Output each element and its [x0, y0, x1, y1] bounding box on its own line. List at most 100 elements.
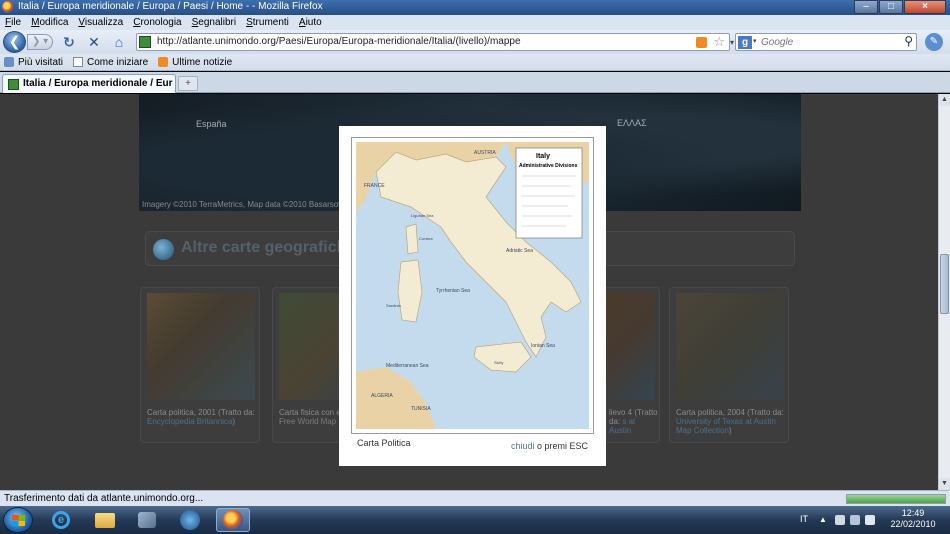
url-dropdown-icon[interactable]: ▾ — [730, 38, 734, 47]
taskbar-explorer[interactable] — [88, 508, 122, 532]
window-title: Italia / Europa meridionale / Europa / P… — [18, 1, 323, 12]
forward-icon: ❯ ▾ — [32, 36, 49, 47]
volume-icon[interactable] — [865, 515, 875, 525]
close-link[interactable]: chiudi — [511, 441, 535, 451]
start-button[interactable] — [3, 507, 33, 533]
progress-fill — [847, 495, 945, 503]
vertical-scrollbar[interactable]: ▲ ▼ — [938, 94, 950, 490]
menu-visualizza[interactable]: Visualizza — [73, 15, 128, 30]
search-input[interactable] — [761, 34, 911, 50]
card-source-link[interactable]: Free World Map — [279, 417, 336, 426]
clock-time: 12:49 — [901, 508, 925, 518]
scroll-down-arrow-icon[interactable]: ▼ — [939, 478, 950, 490]
menu-file[interactable]: File — [0, 15, 26, 30]
search-bar[interactable]: g ▾ ⚲ — [735, 33, 917, 51]
forward-button[interactable]: ❯ ▾ — [27, 34, 53, 50]
card-tail: ) — [232, 417, 236, 426]
tab-favicon — [8, 79, 19, 90]
map-thumbnail[interactable] — [147, 293, 255, 400]
taskbar-tool[interactable] — [130, 508, 164, 532]
tab-title: Italia / Europa meridionale / Europa / .… — [23, 78, 173, 89]
bookmark-latest-news[interactable]: Ultime notizie — [158, 57, 232, 68]
taskbar: e IT ▲ 12:49 22/02/2010 — [0, 506, 950, 534]
globe-icon — [153, 239, 174, 260]
site-favicon — [139, 36, 151, 48]
clock[interactable]: 12:49 22/02/2010 — [883, 508, 943, 530]
window-controls: – □ × — [854, 0, 946, 14]
taskbar-media-player[interactable] — [173, 508, 207, 532]
menu-bar: File Modifica Visualizza Cronologia Segn… — [0, 15, 950, 30]
card-caption: Carta politica, 2004 (Tratto da: Univers… — [676, 408, 788, 435]
map-card[interactable]: Carta politica, 2004 (Tratto da: Univers… — [669, 287, 789, 443]
card-source-link[interactable]: University of Texas at Austin Map Collec… — [676, 417, 776, 435]
map-label: Ionian Sea — [531, 343, 555, 349]
folder-icon — [95, 512, 115, 528]
google-engine-icon[interactable]: g — [738, 36, 752, 49]
minimize-button[interactable]: – — [854, 0, 878, 14]
bookmarks-toolbar: Più visitati Come iniziare Ultime notizi… — [0, 54, 950, 71]
home-icon[interactable]: ⌂ — [111, 34, 127, 50]
bookmark-star-icon[interactable]: ☆ — [713, 34, 725, 50]
back-icon: ❮ — [8, 33, 21, 49]
map-subtitle: Administrative Divisions — [519, 163, 578, 169]
menu-aiuto[interactable]: Aiuto — [294, 15, 327, 30]
map-attribution: Imagery ©2010 TerraMetrics, Map data ©20… — [142, 200, 343, 209]
rss-icon[interactable] — [696, 37, 707, 48]
addon-icon[interactable]: ✎ — [925, 33, 943, 51]
navigation-toolbar: ❮ ❯ ▾ ↻ ✕ ⌂ http://atlante.unimondo.org/… — [0, 30, 950, 54]
stop-icon[interactable]: ✕ — [86, 34, 102, 50]
maximize-button[interactable]: □ — [879, 0, 903, 14]
menu-modifica[interactable]: Modifica — [26, 15, 73, 30]
address-bar[interactable]: http://atlante.unimondo.org/Paesi/Europa… — [136, 33, 730, 51]
political-map-image[interactable]: AUSTRIA FRANCE Adriatic Sea Tyrrhenian Sea I… — [351, 137, 594, 434]
menu-cronologia[interactable]: Cronologia — [128, 15, 186, 30]
firefox-icon — [223, 510, 243, 530]
italy-map-svg: AUSTRIA FRANCE Adriatic Sea Tyrrhenian Sea I… — [356, 142, 589, 429]
map-title: Italy — [536, 153, 550, 160]
status-bar: Trasferimento dati da atlante.unimondo.o… — [0, 490, 950, 506]
card-text: Carta politica, 2004 (Tratto da: — [676, 408, 784, 417]
taskbar-firefox[interactable] — [216, 508, 250, 532]
network-icon[interactable] — [835, 515, 845, 525]
map-thumbnail[interactable] — [676, 293, 784, 400]
section-title: Altre carte geografiche — [181, 239, 356, 256]
map-label-spain: España — [196, 119, 227, 129]
map-label: AUSTRIA — [474, 150, 496, 156]
tab-italia[interactable]: Italia / Europa meridionale / Europa / .… — [2, 74, 176, 93]
lightbox: AUSTRIA FRANCE Adriatic Sea Tyrrhenian Sea I… — [339, 126, 606, 466]
close-button[interactable]: × — [904, 0, 946, 14]
clock-date: 22/02/2010 — [890, 519, 936, 529]
language-indicator[interactable]: IT — [800, 514, 808, 524]
new-tab-button[interactable]: + — [178, 76, 198, 91]
lightbox-close: chiudi o premi ESC — [511, 441, 588, 451]
tool-icon — [138, 512, 156, 528]
flag-icon[interactable] — [850, 515, 860, 525]
back-button[interactable]: ❮ — [3, 31, 26, 53]
show-hidden-icons-icon[interactable]: ▲ — [819, 515, 829, 525]
map-label: Sardinia — [386, 303, 401, 308]
taskbar-internet-explorer[interactable]: e — [44, 508, 78, 532]
page-icon — [73, 57, 84, 67]
map-card[interactable]: Carta politica, 2001 (Tratto da: Encyclo… — [140, 287, 260, 443]
bookmark-getting-started[interactable]: Come iniziare — [73, 57, 148, 68]
url-text[interactable]: http://atlante.unimondo.org/Paesi/Europa… — [157, 36, 521, 47]
reload-icon[interactable]: ↻ — [61, 34, 77, 50]
scroll-up-arrow-icon[interactable]: ▲ — [939, 94, 950, 106]
engine-dropdown-icon[interactable]: ▾ — [753, 37, 757, 45]
map-label-greece: ΕΛΛΑΣ — [617, 118, 647, 128]
title-bar: Italia / Europa meridionale / Europa / P… — [0, 0, 950, 15]
search-icon[interactable]: ⚲ — [904, 34, 913, 48]
map-label: ALGERIA — [371, 393, 393, 399]
bookmark-label: Ultime notizie — [172, 56, 233, 68]
card-text: Carta politica, 2001 (Tratto da: — [147, 408, 255, 417]
scroll-thumb[interactable] — [940, 254, 949, 314]
menu-segnalibri[interactable]: Segnalibri — [187, 15, 241, 30]
bookmark-most-visited[interactable]: Più visitati — [4, 57, 63, 68]
bookmark-label: Come iniziare — [87, 56, 149, 68]
map-label: Mediterranean Sea — [386, 363, 429, 369]
map-label: Adriatic Sea — [506, 248, 533, 254]
menu-strumenti[interactable]: Strumenti — [241, 15, 294, 30]
map-label: Corsica — [419, 236, 433, 241]
tab-strip: Italia / Europa meridionale / Europa / .… — [0, 72, 950, 93]
card-source-link[interactable]: Encyclopedia Britannica — [147, 417, 232, 426]
